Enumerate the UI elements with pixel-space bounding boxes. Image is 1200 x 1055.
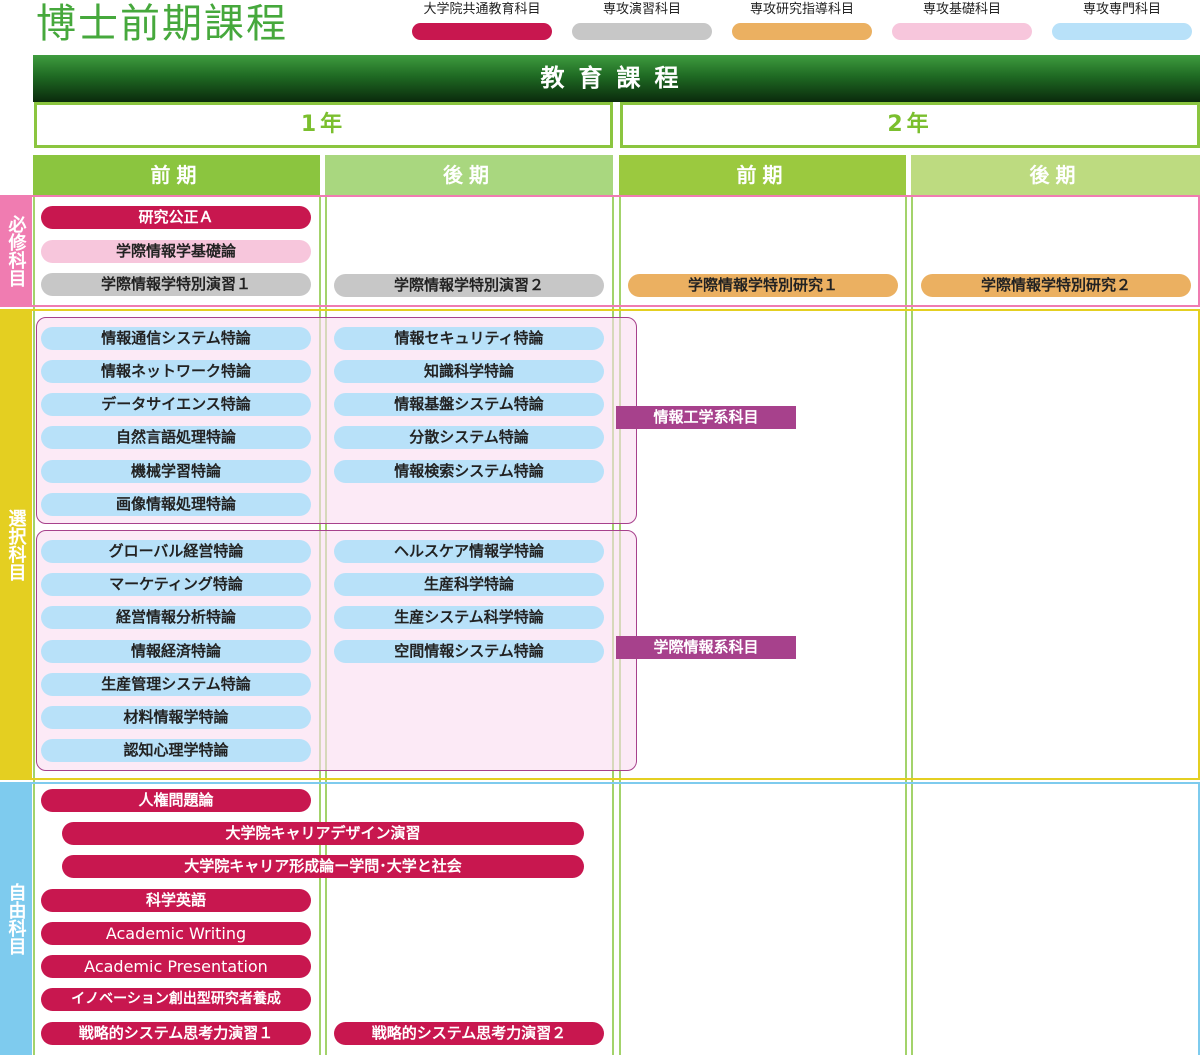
course-spatial-info-system: 空間情報システム特論 (334, 640, 604, 663)
legend-swatch (732, 23, 872, 40)
course-info-security: 情報セキュリティ特論 (334, 327, 604, 350)
term-header-y1-second: 後期 (325, 155, 613, 195)
course-interdisciplinary-basic-theory: 学際情報学基礎論 (41, 240, 311, 263)
course-global-management: グローバル経営特論 (41, 540, 311, 563)
section-label-required: 必修科目 (0, 195, 32, 307)
page-title: 博士前期課程 (36, 1, 288, 47)
course-career-design: 大学院キャリアデザイン演習 (62, 822, 584, 845)
term-header-y2-second: 後期 (911, 155, 1200, 195)
course-info-network: 情報ネットワーク特論 (41, 360, 311, 383)
term-header-y1-first: 前期 (33, 155, 320, 195)
course-special-research-1: 学際情報学特別研究１ (628, 274, 898, 297)
course-academic-writing: Academic Writing (41, 922, 311, 945)
legend-swatch (1052, 23, 1192, 40)
legend-label: 専攻研究指導科目 (749, 2, 854, 17)
legend-swatch (892, 23, 1032, 40)
year-1-header: 1年 (34, 102, 613, 148)
course-production-management: 生産管理システム特論 (41, 673, 311, 696)
term-header-y2-first: 前期 (619, 155, 906, 195)
legend-item-seminar: 専攻演習科目 (572, 0, 712, 40)
legend-label: 専攻専門科目 (1082, 2, 1161, 17)
section-label-text: 選択科目 (5, 508, 27, 581)
course-research-fairness-a: 研究公正Ａ (41, 206, 311, 229)
course-innovation-researcher: イノベーション創出型研究者養成 (41, 988, 311, 1011)
course-strategic-system-thinking-2: 戦略的システム思考力演習２ (334, 1022, 604, 1045)
course-machine-learning: 機械学習特論 (41, 460, 311, 483)
legend-label: 大学院共通教育科目 (423, 2, 541, 17)
course-materials-informatics: 材料情報学特論 (41, 706, 311, 729)
course-data-science: データサイエンス特論 (41, 393, 311, 416)
course-production-system-science: 生産システム科学特論 (334, 606, 604, 629)
course-info-comm-system: 情報通信システム特論 (41, 327, 311, 350)
course-special-seminar-1: 学際情報学特別演習１ (41, 273, 311, 296)
course-marketing: マーケティング特論 (41, 573, 311, 596)
course-nlp: 自然言語処理特論 (41, 426, 311, 449)
course-info-retrieval: 情報検索システム特論 (334, 460, 604, 483)
section-label-elective: 選択科目 (0, 309, 32, 780)
course-distributed-system: 分散システム特論 (334, 426, 604, 449)
course-special-seminar-2: 学際情報学特別演習２ (334, 274, 604, 297)
legend-swatch (572, 23, 712, 40)
section-label-text: 自由科目 (5, 882, 27, 955)
legend-item-research: 専攻研究指導科目 (732, 0, 872, 40)
course-human-rights: 人権問題論 (41, 789, 311, 812)
legend-item-basic: 専攻基礎科目 (892, 0, 1032, 40)
group-label-info-engineering: 情報工学系科目 (616, 406, 796, 429)
group-label-interdisciplinary-info: 学際情報系科目 (616, 636, 796, 659)
course-management-info-analysis: 経営情報分析特論 (41, 606, 311, 629)
legend-label: 専攻演習科目 (602, 2, 681, 17)
legend-swatch (412, 23, 552, 40)
course-cognitive-psychology: 認知心理学特論 (41, 739, 311, 762)
section-label-free: 自由科目 (0, 782, 32, 1055)
course-career-formation: 大学院キャリア形成論ー学問･大学と社会 (62, 855, 584, 878)
legend-item-univ-common: 大学院共通教育科目 (412, 0, 552, 40)
curriculum-header: 教育課程 (33, 55, 1200, 102)
course-knowledge-science: 知識科学特論 (334, 360, 604, 383)
section-label-text: 必修科目 (5, 215, 27, 287)
year-2-header: 2年 (620, 102, 1200, 148)
course-image-processing: 画像情報処理特論 (41, 493, 311, 516)
course-info-economics: 情報経済特論 (41, 640, 311, 663)
course-special-research-2: 学際情報学特別研究２ (921, 274, 1191, 297)
course-info-infrastructure: 情報基盤システム特論 (334, 393, 604, 416)
course-science-english: 科学英語 (41, 889, 311, 912)
legend-item-special: 専攻専門科目 (1052, 0, 1192, 40)
legend-label: 専攻基礎科目 (922, 2, 1001, 17)
course-strategic-system-thinking-1: 戦略的システム思考力演習１ (41, 1022, 311, 1045)
course-production-science: 生産科学特論 (334, 573, 604, 596)
course-academic-presentation: Academic Presentation (41, 955, 311, 978)
course-healthcare-informatics: ヘルスケア情報学特論 (334, 540, 604, 563)
